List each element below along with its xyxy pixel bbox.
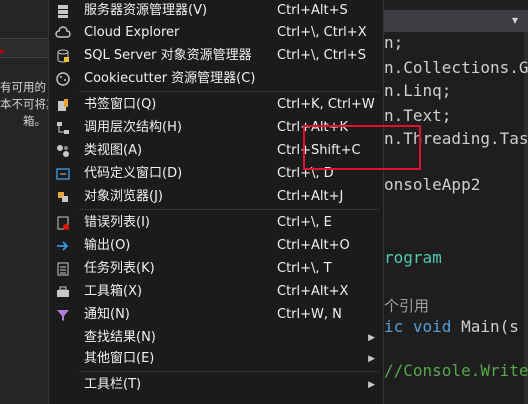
menu-item[interactable]: 通知(N) Ctrl+W, N (49, 304, 383, 326)
menu-item-shortcut: Ctrl+W, N (277, 307, 342, 322)
code-token: n; (384, 33, 404, 52)
menu-item-label: 书签窗口(Q) (84, 97, 157, 112)
code-line: n; (384, 33, 403, 52)
editor-navigation-bar[interactable]: ▾ (384, 10, 528, 32)
menu-item-shortcut: Ctrl+K, Ctrl+W (277, 97, 375, 112)
panel-text-line: 本不可将其 (0, 97, 48, 111)
panel-header-band (0, 38, 48, 58)
bookmark-icon (55, 97, 71, 113)
menu-item[interactable]: 服务器资源管理器(V) Ctrl+Alt+S (49, 0, 383, 22)
empty-icon-slot (55, 377, 71, 393)
menu-item-shortcut: Ctrl+Alt+S (277, 3, 348, 18)
menu-item-label: 错误列表(I) (84, 215, 150, 230)
code-line: 个引用 (384, 295, 429, 316)
menu-item-shortcut: Ctrl+\, T (277, 261, 332, 276)
code-line: onsoleApp2 (384, 175, 480, 194)
menu-item-label: 类视图(A) (84, 143, 143, 158)
cookie-icon (55, 71, 71, 87)
menu-item-label: 服务器资源管理器(V) (84, 3, 208, 18)
menu-item-shortcut: Ctrl+Alt+J (277, 189, 344, 204)
code-token: rogram (384, 248, 442, 267)
menu-separator (79, 209, 379, 210)
code-token: n.Text; (384, 106, 452, 125)
menu-item[interactable]: 书签窗口(Q) Ctrl+K, Ctrl+W (49, 94, 383, 116)
code-line: ic void Main(s (384, 317, 519, 336)
code-token: Main(s (461, 317, 519, 336)
code-token: onsoleApp2 (384, 175, 481, 194)
menu-item[interactable]: 输出(O) Ctrl+Alt+O (49, 235, 383, 257)
toolbox-icon (55, 284, 71, 300)
call-hierarchy-icon (55, 120, 71, 136)
menu-separator (79, 371, 379, 372)
code-line: n.Collections.G (384, 58, 528, 77)
menu-item-shortcut: Ctrl+\, Ctrl+S (277, 48, 366, 63)
menu-item[interactable]: 工具箱(X) Ctrl+Alt+X (49, 281, 383, 303)
submenu-arrow-icon: ▶ (368, 354, 375, 364)
menu-separator (79, 91, 379, 92)
menu-item-label: 输出(O) (84, 238, 131, 253)
code-line: n.Linq; (384, 81, 451, 100)
empty-icon-slot (55, 351, 71, 367)
menu-item-label: 其他窗口(E) (84, 351, 155, 366)
panel-marker (0, 50, 4, 53)
submenu-arrow-icon: ▶ (368, 380, 375, 390)
object-browser-icon (55, 189, 71, 205)
menu-item[interactable]: SQL Server 对象资源管理器 Ctrl+\, Ctrl+S (49, 45, 383, 67)
code-line: rogram (384, 248, 442, 267)
code-token: n.Linq; (384, 81, 452, 100)
menu-item-label: 通知(N) (84, 307, 130, 322)
class-view-icon (55, 143, 71, 159)
menu-item-label: 代码定义窗口(D) (84, 166, 183, 181)
code-line: n.Text; (384, 106, 451, 125)
editor-scrollbar[interactable] (524, 32, 528, 404)
code-token: ic void (384, 317, 462, 336)
menu-item-shortcut: Ctrl+\, Ctrl+X (277, 25, 367, 40)
menu-item-shortcut: Ctrl+Alt+O (277, 238, 350, 253)
panel-text-line: 有可用的 (0, 80, 46, 94)
menu-item-label: SQL Server 对象资源管理器 (84, 48, 252, 63)
submenu-arrow-icon: ▶ (368, 333, 375, 343)
code-token: n.Collections.G (384, 58, 528, 77)
menu-item[interactable]: 其他窗口(E) ▶ (49, 348, 383, 370)
menu-item-label: 任务列表(K) (84, 261, 155, 276)
code-token: //Console.Write (384, 361, 528, 380)
server-explorer-icon (55, 3, 71, 19)
menu-item-label: 工具栏(T) (84, 377, 142, 392)
menu-item-shortcut: Ctrl+Alt+X (277, 284, 349, 299)
task-list-icon (55, 261, 71, 277)
code-line: //Console.Write (384, 361, 528, 380)
database-icon (55, 48, 71, 64)
code-editor[interactable]: ▾ n; n.Collections.G n.Linq; n.Text; n.Threa… (384, 0, 528, 404)
menu-item-label: 工具箱(X) (84, 284, 143, 299)
output-icon (55, 238, 71, 254)
menu-item-label: 对象浏览器(J) (84, 189, 163, 204)
menu-item[interactable]: 对象浏览器(J) Ctrl+Alt+J (49, 186, 383, 208)
error-list-icon (55, 215, 71, 231)
menu-item-label: 查找结果(N) (84, 330, 156, 345)
empty-icon-slot (55, 330, 71, 346)
menu-item[interactable]: 错误列表(I) Ctrl+\, E (49, 212, 383, 234)
menu-item-shortcut: Ctrl+\, E (277, 215, 332, 230)
menu-item[interactable]: 任务列表(K) Ctrl+\, T (49, 258, 383, 280)
view-menu: 服务器资源管理器(V) Ctrl+Alt+S Cloud Explorer Ctrl+… (48, 0, 421, 404)
code-token: 个引用 (384, 297, 430, 315)
notification-icon (55, 307, 71, 323)
menu-item-label: 调用层次结构(H) (84, 120, 182, 135)
menu-item-label: Cookiecutter 资源管理器(C) (84, 71, 256, 86)
cloud-icon (55, 25, 71, 41)
menu-item[interactable]: 查找结果(N) ▶ (49, 327, 383, 349)
panel-text-line: 箱。 (23, 114, 46, 128)
dropdown-arrow-icon[interactable]: ▾ (512, 13, 518, 27)
menu-item-label: Cloud Explorer (84, 25, 180, 40)
code-definition-icon (55, 166, 71, 182)
menu-item[interactable]: Cloud Explorer Ctrl+\, Ctrl+X (49, 22, 383, 44)
left-tool-panel: 有可用的 本不可将其 箱。 (0, 0, 48, 404)
menu-item[interactable]: 工具栏(T) ▶ (49, 374, 383, 396)
menu-item[interactable]: Cookiecutter 资源管理器(C) (49, 68, 383, 90)
highlight-box (303, 125, 421, 170)
